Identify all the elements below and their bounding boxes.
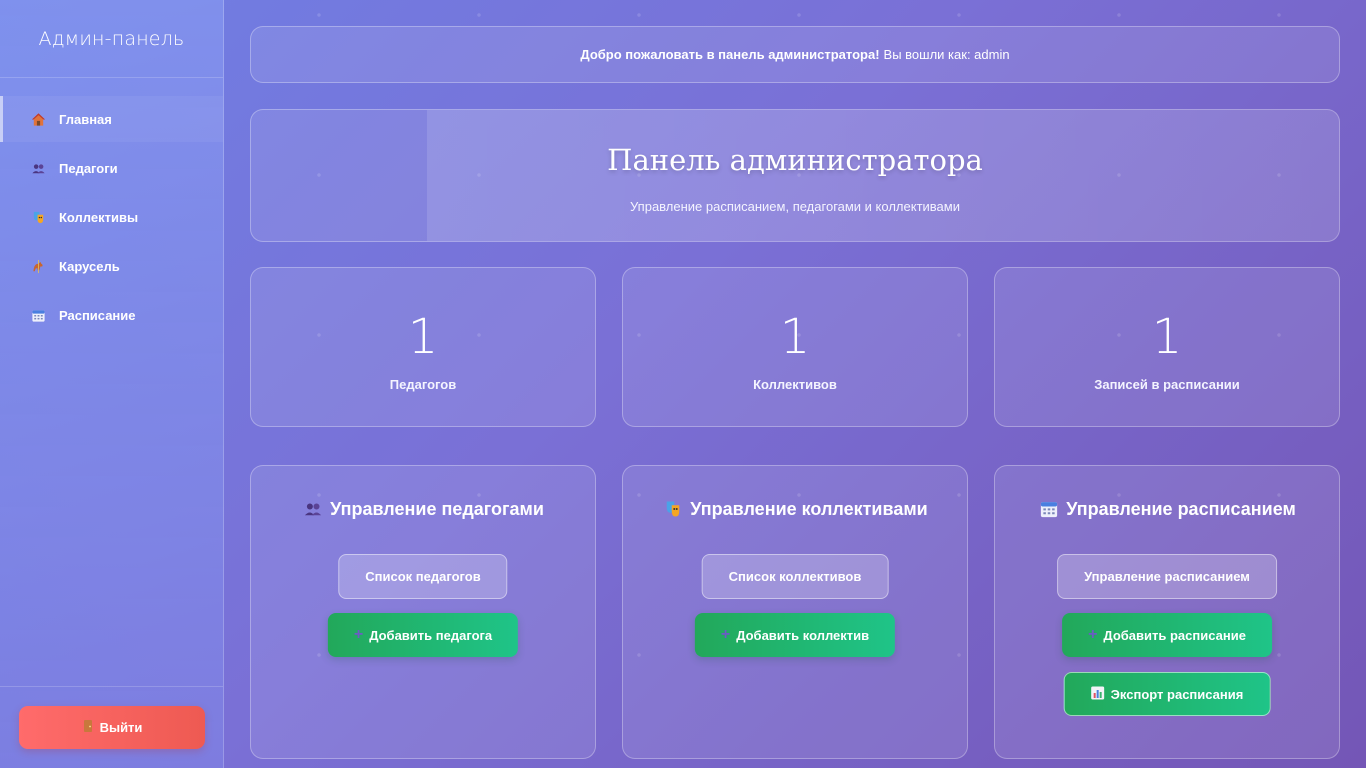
sidebar-item-label: Педагоги [59, 160, 118, 176]
sidebar-item-label: Расписание [59, 307, 136, 323]
people-icon [30, 160, 46, 176]
schedule-management-card: Управление расписанием Управление распис… [994, 465, 1340, 759]
stat-label: Педагогов [389, 377, 457, 392]
card-title: Управление расписанием [995, 498, 1339, 520]
calendar-icon [1038, 498, 1060, 520]
stat-card-groups: 1 Коллективов [622, 267, 968, 427]
card-title: Управление педагогами [251, 498, 595, 520]
add-group-button[interactable]: + Добавить коллектив [694, 613, 896, 657]
button-label: Добавить педагога [369, 627, 493, 643]
groups-management-card: Управление коллективами Список коллектив… [622, 465, 968, 759]
button-label: Добавить коллектив [736, 627, 870, 643]
sidebar-footer: Выйти [0, 686, 223, 768]
stat-value: 1 [407, 309, 439, 365]
button-label: Экспорт расписания [1110, 686, 1244, 702]
card-title: Управление коллективами [623, 498, 967, 520]
sidebar-item-schedule[interactable]: Расписание [0, 292, 223, 338]
sidebar-item-carousel[interactable]: Карусель [0, 243, 223, 289]
hero-panel: Панель администратора Управление расписа… [250, 109, 1340, 242]
button-label: Добавить расписание [1103, 627, 1246, 643]
sidebar-title: Админ-панель [0, 0, 223, 78]
teachers-list-button[interactable]: Список педагогов [338, 554, 508, 599]
add-teacher-button[interactable]: + Добавить педагога [327, 613, 519, 657]
welcome-banner: Добро пожаловать в панель администратора… [250, 26, 1340, 83]
export-schedule-button[interactable]: Экспорт расписания [1063, 672, 1271, 716]
bar-chart-icon [1091, 686, 1105, 703]
plus-icon: + [720, 626, 731, 643]
house-icon [30, 111, 46, 127]
card-title-text: Управление педагогами [330, 498, 544, 519]
people-icon [302, 498, 324, 520]
sidebar-item-label: Коллективы [59, 209, 139, 225]
sidebar-item-home[interactable]: Главная [0, 96, 223, 142]
sidebar-item-label: Главная [59, 111, 112, 127]
stat-value: 1 [1151, 309, 1183, 365]
page-subtitle: Управление расписанием, педагогами и кол… [630, 199, 960, 214]
stat-label: Записей в расписании [1094, 377, 1240, 392]
theater-masks-icon [662, 498, 684, 520]
card-title-text: Управление расписанием [1066, 498, 1296, 519]
stat-value: 1 [779, 309, 811, 365]
door-icon [82, 719, 94, 736]
calendar-icon [30, 307, 46, 323]
stat-card-teachers: 1 Педагогов [250, 267, 596, 427]
card-title-text: Управление коллективами [690, 498, 928, 519]
groups-list-button[interactable]: Список коллективов [701, 554, 889, 599]
welcome-heading: Добро пожаловать в панель администратора… [580, 47, 880, 62]
sidebar-item-groups[interactable]: Коллективы [0, 194, 223, 240]
stat-card-schedule: 1 Записей в расписании [994, 267, 1340, 427]
welcome-user-text: Вы вошли как: admin [883, 47, 1010, 62]
logout-label: Выйти [99, 720, 143, 735]
theater-masks-icon [30, 209, 46, 225]
carousel-horse-icon [30, 258, 46, 274]
add-schedule-button[interactable]: + Добавить расписание [1062, 613, 1272, 657]
teachers-management-card: Управление педагогами Список педагогов +… [250, 465, 596, 759]
sidebar-nav: Главная Педагоги Коллективы Карусель Рас… [0, 96, 223, 338]
sidebar-item-label: Карусель [59, 258, 120, 274]
stat-label: Коллективов [753, 377, 837, 392]
logout-button[interactable]: Выйти [19, 706, 205, 749]
plus-icon: + [353, 626, 364, 643]
plus-icon: + [1088, 626, 1098, 643]
page-title: Панель администратора [607, 143, 983, 177]
schedule-manage-button[interactable]: Управление расписанием [1057, 554, 1277, 599]
sidebar-item-teachers[interactable]: Педагоги [0, 145, 223, 191]
sidebar: Админ-панель Главная Педагоги Коллективы… [0, 0, 224, 768]
